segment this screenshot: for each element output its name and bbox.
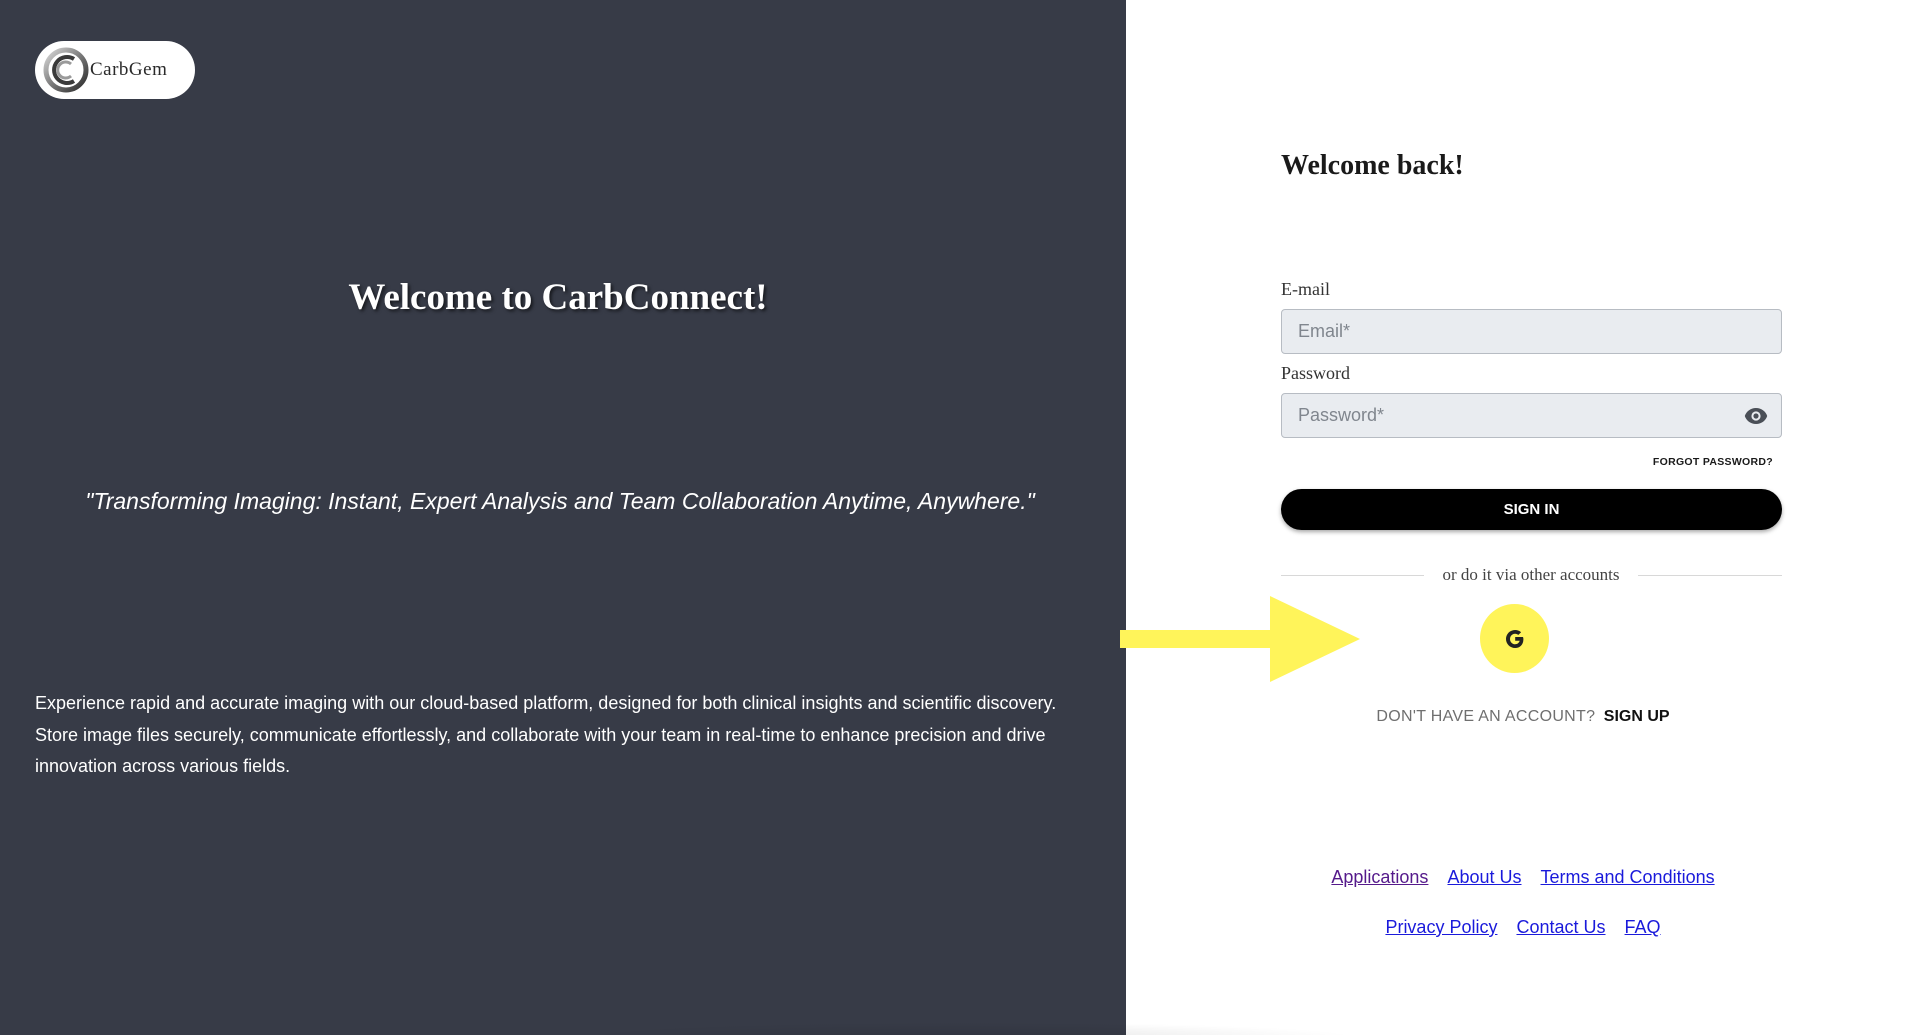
footer-link-applications[interactable]: Applications	[1331, 867, 1428, 887]
footer-link-terms[interactable]: Terms and Conditions	[1541, 867, 1715, 887]
sign-up-link[interactable]: SIGN UP	[1604, 708, 1670, 725]
carbgem-logo-icon	[43, 47, 89, 93]
tagline: "Transforming Imaging: Instant, Expert A…	[85, 488, 1035, 514]
signup-row: DON'T HAVE AN ACCOUNT? SIGN UP	[1126, 708, 1920, 726]
password-input[interactable]	[1281, 393, 1782, 438]
footer-link-about-us[interactable]: About Us	[1447, 867, 1521, 887]
divider-right	[1638, 575, 1782, 576]
login-panel: Welcome back! E-mail Password FORGOT PAS…	[1120, 0, 1920, 1035]
email-label: E-mail	[1281, 279, 1330, 299]
footer-link-contact[interactable]: Contact Us	[1516, 917, 1605, 937]
login-heading: Welcome back!	[1281, 150, 1464, 181]
description: Experience rapid and accurate imaging wi…	[35, 693, 1057, 776]
footer-links-row-2: Privacy Policy Contact Us FAQ	[1126, 917, 1920, 938]
show-password-icon[interactable]	[1743, 404, 1769, 428]
google-icon	[1505, 629, 1523, 648]
no-account-text: DON'T HAVE AN ACCOUNT?	[1376, 708, 1596, 725]
footer-link-faq[interactable]: FAQ	[1625, 917, 1661, 937]
footer-link-privacy[interactable]: Privacy Policy	[1385, 917, 1497, 937]
carbgem-logo[interactable]: CarbGem	[35, 41, 195, 99]
forgot-password-link[interactable]: FORGOT PASSWORD?	[1526, 456, 1773, 468]
password-label: Password	[1281, 363, 1351, 383]
left-panel: CarbGem Welcome to CarbConnect! "Transfo…	[0, 0, 1126, 1035]
sign-in-button[interactable]: SIGN IN	[1281, 489, 1782, 530]
divider-left	[1281, 575, 1424, 576]
email-input[interactable]	[1281, 309, 1782, 354]
divider-text: or do it via other accounts	[1442, 565, 1620, 584]
footer-links-row-1: Applications About Us Terms and Conditio…	[1126, 867, 1920, 888]
google-sign-in-button[interactable]	[1480, 604, 1549, 673]
arrow-annotation	[1120, 596, 1360, 682]
page-title: Welcome to CarbConnect!	[348, 277, 768, 318]
logo-text: CarbGem	[90, 59, 168, 80]
